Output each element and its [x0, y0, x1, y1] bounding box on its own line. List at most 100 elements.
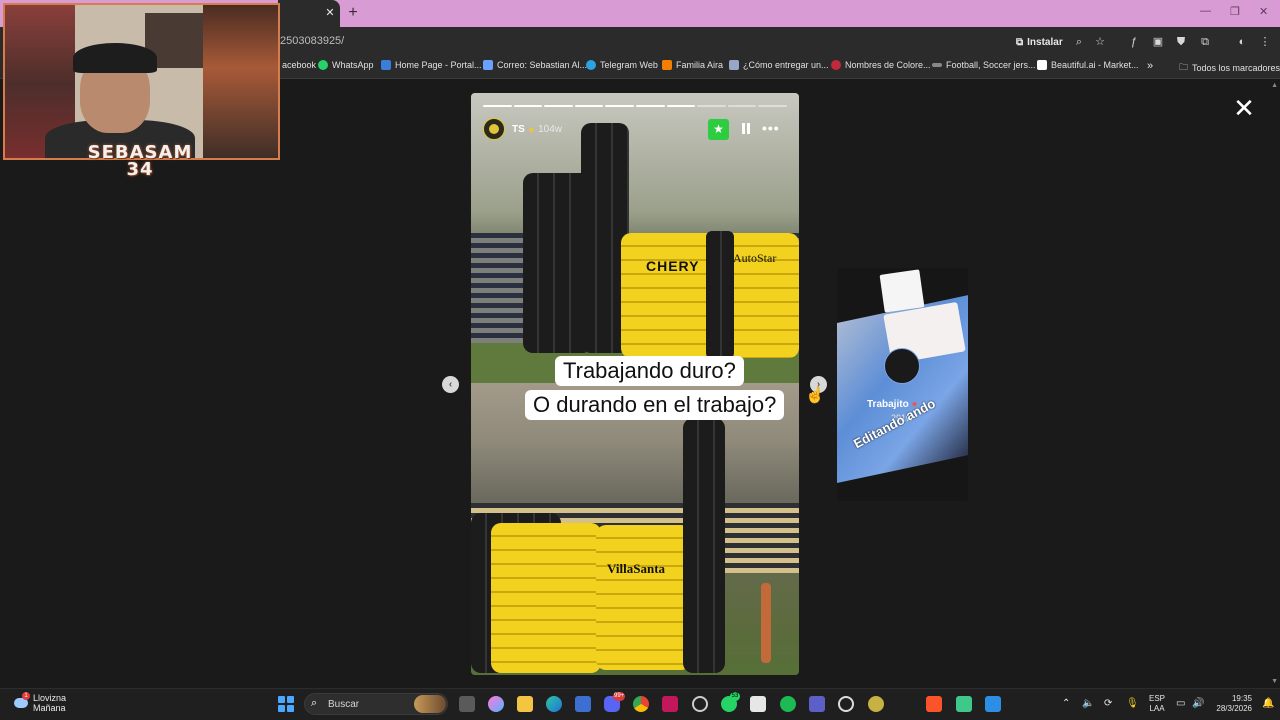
formula-extension-icon[interactable]: ƒ	[1127, 35, 1141, 49]
store-icon[interactable]	[575, 696, 591, 712]
doc-icon	[729, 60, 739, 70]
brand-label: CHERY	[646, 258, 700, 274]
bookmark-label: Football, Soccer jers...	[946, 60, 1036, 70]
scroll-down-icon[interactable]: ▼	[1271, 678, 1278, 685]
lower-column	[683, 418, 725, 673]
clock-date: 28/3/2026	[1216, 704, 1252, 713]
edge-icon[interactable]	[546, 696, 562, 712]
whatsapp-icon	[318, 60, 328, 70]
streamer-cap	[73, 43, 157, 73]
more-options-icon[interactable]: •••	[762, 120, 780, 136]
bookmark-label: Nombres de Colore...	[845, 60, 931, 70]
bookmark-item[interactable]: WhatsApp	[318, 60, 374, 70]
bookmark-label: ¿Cómo entregar un...	[743, 60, 829, 70]
speedometer-icon[interactable]	[838, 696, 854, 712]
brand-label: VillaSanta	[607, 561, 666, 576]
person-figure	[761, 583, 771, 663]
club-icon[interactable]	[868, 696, 884, 712]
shield-icon[interactable]: ⛊	[1174, 35, 1188, 49]
notification-bell-icon[interactable]: 🔔	[1262, 698, 1274, 709]
clock-app-icon[interactable]	[692, 696, 708, 712]
install-label: Instalar	[1027, 36, 1063, 48]
story-header[interactable]: TS ♥ 104w	[512, 124, 562, 135]
blogger-icon	[662, 60, 672, 70]
previous-story-button[interactable]: ‹	[442, 376, 459, 393]
pause-icon[interactable]	[738, 121, 754, 137]
window-close-icon[interactable]: ✕	[1259, 5, 1268, 18]
bookmark-item[interactable]: acebook	[282, 60, 316, 70]
progress-segment	[605, 105, 634, 107]
weather-title: Llovizna	[33, 693, 67, 703]
bookmark-star-icon[interactable]: ☆	[1093, 35, 1107, 49]
jersey-icon	[932, 63, 942, 67]
chrome-icon[interactable]	[633, 696, 649, 712]
zoom-icon[interactable]: ⌕	[1072, 35, 1086, 49]
profile-avatar[interactable]: ◐	[1235, 35, 1249, 49]
lower-tunnel-left	[491, 523, 601, 673]
start-button[interactable]	[278, 696, 294, 712]
volume-tray-icon[interactable]: 🔈	[1082, 698, 1094, 709]
close-viewer-icon[interactable]: ✕	[1232, 95, 1256, 121]
teams-icon[interactable]	[809, 696, 825, 712]
url-text[interactable]: 2503083925/	[280, 35, 344, 47]
bookmark-label: Telegram Web	[600, 60, 658, 70]
new-tab-button[interactable]: +	[345, 5, 361, 21]
story-avatar[interactable]	[483, 118, 505, 140]
tunnel-ring	[706, 231, 734, 359]
copilot-icon[interactable]	[488, 696, 504, 712]
bookmark-item[interactable]: Familia Aira	[662, 60, 723, 70]
tray-overflow-icon[interactable]: ⌃	[1062, 698, 1070, 709]
brand-label: AutoStar	[733, 251, 777, 265]
search-highlight-image	[414, 695, 446, 713]
speaker-icon[interactable]: 🔊	[1192, 698, 1204, 709]
network-icon[interactable]: ▭	[1176, 698, 1185, 709]
sync-icon[interactable]: ⟳	[1104, 698, 1112, 709]
bookmark-item[interactable]: Nombres de Colore...	[831, 60, 931, 70]
heart-icon: ♥	[528, 124, 535, 135]
bookmark-label: WhatsApp	[332, 60, 374, 70]
bookmark-item[interactable]: ¿Cómo entregar un...	[729, 60, 829, 70]
app-icon[interactable]	[662, 696, 678, 712]
scrollbar[interactable]	[1270, 80, 1280, 688]
progress-segment	[758, 105, 787, 107]
maximize-icon[interactable]: ❐	[1230, 5, 1240, 18]
minimize-icon[interactable]: —	[1200, 5, 1211, 17]
bookmark-item[interactable]: Football, Soccer jers...	[932, 60, 1036, 70]
bookmark-item[interactable]: Home Page - Portal...	[381, 60, 482, 70]
brave-icon[interactable]	[926, 696, 942, 712]
bookmark-item[interactable]: Telegram Web	[586, 60, 658, 70]
discord-badge: 99+	[613, 692, 626, 701]
green-app-icon[interactable]	[956, 696, 972, 712]
bookmark-item[interactable]: Beautiful.ai - Market...	[1037, 60, 1139, 70]
install-icon: ⧉	[1016, 36, 1024, 48]
logo-line2: 34	[126, 159, 154, 180]
portal-icon	[381, 60, 391, 70]
system-clock[interactable]: 19:35 28/3/2026	[1212, 694, 1252, 714]
shelf	[203, 5, 278, 158]
capcut-icon[interactable]	[750, 696, 766, 712]
preview-avatar	[884, 348, 920, 384]
photos-icon[interactable]	[985, 696, 1001, 712]
extension-icon[interactable]: ▣	[1151, 35, 1165, 49]
install-button[interactable]: ⧉ Instalar	[1010, 33, 1069, 51]
language-indicator[interactable]: ESP LAA	[1149, 694, 1165, 714]
bookmark-label: Familia Aira	[676, 60, 724, 70]
menu-dots-icon[interactable]: ⋮	[1258, 35, 1272, 49]
close-tab-icon[interactable]: ✕	[323, 6, 337, 20]
puzzle-icon[interactable]: ⧉	[1198, 35, 1212, 49]
next-story-preview[interactable]: Trabajito ● 291w Editando ando	[837, 268, 968, 501]
progress-segment	[544, 105, 573, 107]
progress-segment	[727, 105, 757, 107]
file-explorer-icon[interactable]	[517, 696, 533, 712]
story-username[interactable]: TS	[512, 124, 525, 135]
bookmark-item[interactable]: Correo: Sebastian Al...	[483, 60, 587, 70]
microphone-icon[interactable]: 🎙	[1126, 698, 1139, 709]
spotify-icon[interactable]	[780, 696, 796, 712]
bookmark-label: Home Page - Portal...	[395, 60, 482, 70]
progress-segment	[635, 105, 665, 107]
search-label: Buscar	[328, 699, 360, 710]
more-bookmarks-button[interactable]: »	[1147, 60, 1153, 72]
scroll-up-icon[interactable]: ▲	[1271, 82, 1278, 89]
all-bookmarks-button[interactable]: 🗀 Todos los marcadores	[1179, 60, 1280, 76]
task-view-icon[interactable]	[459, 696, 475, 712]
